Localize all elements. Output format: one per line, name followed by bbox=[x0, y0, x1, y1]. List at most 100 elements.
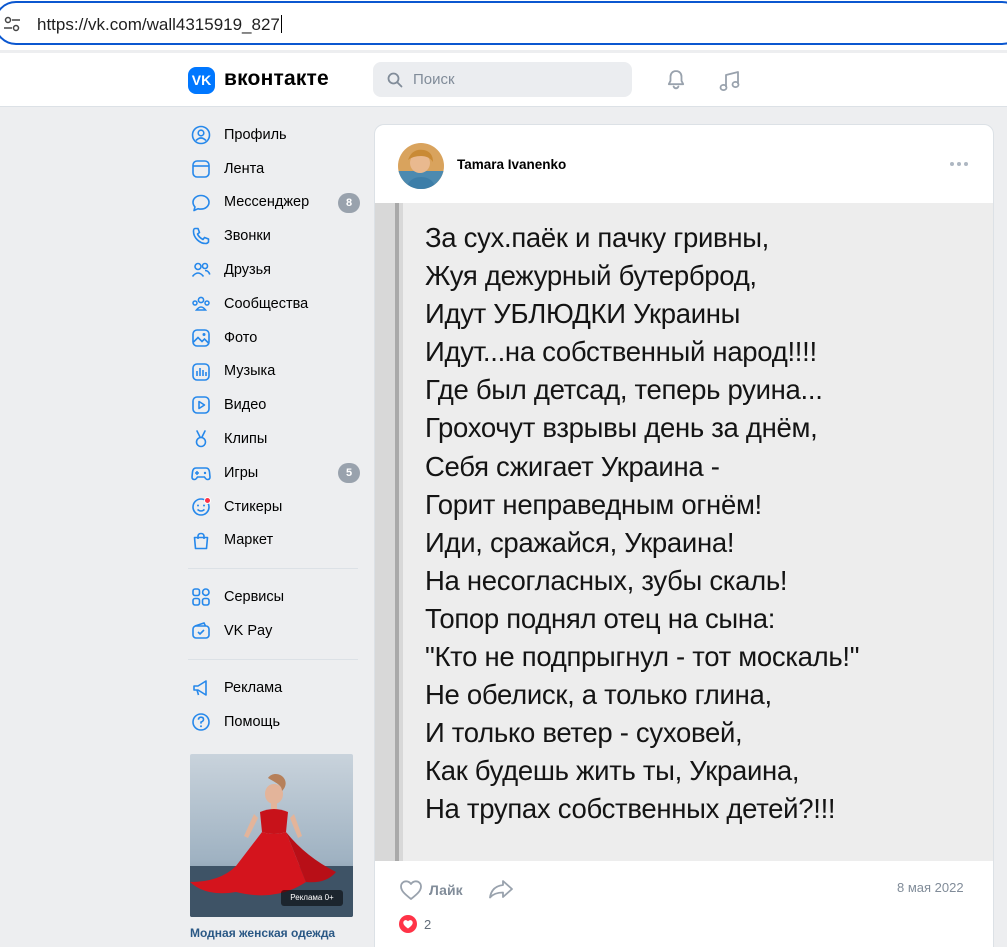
poem-line: Иди, сражайся, Украина! bbox=[425, 526, 735, 558]
counter-badge: 5 bbox=[338, 462, 360, 483]
poem-line: "Кто не подпрыгнул - тот москаль!" bbox=[425, 641, 860, 673]
sidebar-item-clips[interactable]: Клипы bbox=[188, 422, 364, 456]
sidebar-item-phone[interactable]: Звонки bbox=[188, 219, 364, 253]
sidebar-item-stickers[interactable]: Стикеры bbox=[188, 490, 364, 524]
post-author[interactable]: Tamara Ivanenko bbox=[457, 157, 566, 172]
poem-line: Себя сжигает Украина - bbox=[425, 450, 720, 482]
help-icon bbox=[192, 712, 210, 731]
sidebar-item-games[interactable]: Игры 5 bbox=[188, 456, 364, 490]
sidebar-item-label: Лента bbox=[224, 160, 265, 177]
nav-group-main: Профиль Лента Мессенджер 8 Звонки Друзья Сообщ… bbox=[188, 118, 364, 557]
poem-line: Где был детсад, теперь руина... bbox=[425, 374, 823, 406]
vkpay-icon bbox=[192, 622, 210, 639]
like-button[interactable]: Лайк bbox=[399, 877, 463, 903]
nav-group-services: Сервисы VK Pay bbox=[188, 580, 364, 648]
poem-line: Идут УБЛЮДКИ Украины bbox=[425, 298, 741, 330]
sidebar-item-label: Фото bbox=[224, 329, 258, 346]
sidebar-item-label: Мессенджер bbox=[224, 194, 310, 211]
search-input[interactable] bbox=[413, 62, 623, 97]
wall-post: Tamara Ivanenko За сух.паёк и пачку грив… bbox=[374, 124, 994, 947]
sidebar-item-friends[interactable]: Друзья bbox=[188, 253, 364, 287]
sidebar-item-label: Друзья bbox=[224, 262, 272, 279]
sidebar-item-label: Сервисы bbox=[224, 589, 285, 606]
search-icon bbox=[387, 72, 403, 88]
phone-icon bbox=[192, 228, 210, 245]
stickers-icon bbox=[192, 496, 211, 516]
sidebar-item-label: Помощь bbox=[224, 713, 281, 730]
sidebar-item-feed[interactable]: Лента bbox=[188, 152, 364, 186]
bell-icon[interactable] bbox=[664, 68, 688, 92]
browser-toolbar: https://vk.com/wall4315919_827 bbox=[0, 0, 1007, 50]
poem-line: Как будешь жить ты, Украина, bbox=[425, 755, 800, 787]
sidebar-item-label: Реклама bbox=[224, 679, 283, 696]
sidebar-item-label: Сообщества bbox=[224, 295, 309, 312]
vk-header: VK вконтакте bbox=[0, 53, 1007, 107]
counter-badge: 8 bbox=[338, 192, 360, 213]
profile-icon bbox=[191, 125, 211, 145]
sidebar-item-market[interactable]: Маркет bbox=[188, 524, 364, 558]
vk-brand[interactable]: вконтакте bbox=[224, 67, 329, 91]
post-image[interactable]: За сух.паёк и пачку гривны, Жуя дежурный … bbox=[375, 203, 993, 861]
author-avatar[interactable] bbox=[398, 143, 444, 189]
sidebar-item-label: Игры bbox=[224, 464, 259, 481]
ad-title[interactable]: Модная женская одежда bbox=[190, 925, 360, 941]
like-label: Лайк bbox=[429, 882, 463, 898]
poem-line: За сух.паёк и пачку гривны, bbox=[425, 222, 770, 253]
sidebar-item-profile[interactable]: Профиль bbox=[188, 118, 364, 152]
communities-icon bbox=[192, 296, 210, 311]
image-border-line bbox=[395, 203, 399, 861]
ad-badge: Реклама 0+ bbox=[281, 890, 343, 906]
sidebar-divider bbox=[188, 568, 358, 570]
market-icon bbox=[193, 532, 209, 549]
games-icon bbox=[191, 467, 211, 481]
post-actions: Лайк 8 мая 2022 2 bbox=[375, 861, 993, 947]
poem-line: И только ветер - суховей, bbox=[425, 717, 743, 749]
sidebar-item-video[interactable]: Видео bbox=[188, 388, 364, 422]
post-date[interactable]: 8 мая 2022 bbox=[897, 880, 964, 895]
heart-reaction-icon bbox=[399, 915, 417, 933]
left-sidebar: Профиль Лента Мессенджер 8 Звонки Друзья Сообщ… bbox=[188, 118, 364, 739]
sidebar-item-label: Музыка bbox=[224, 363, 276, 380]
sidebar-item-ads[interactable]: Реклама bbox=[188, 671, 364, 705]
more-options-icon[interactable] bbox=[948, 159, 970, 169]
sidebar-item-vkpay[interactable]: VK Pay bbox=[188, 614, 364, 648]
sidebar-ad-image[interactable]: Реклама 0+ bbox=[190, 754, 353, 917]
sidebar-item-communities[interactable]: Сообщества bbox=[188, 287, 364, 321]
music-note-icon[interactable] bbox=[716, 68, 742, 94]
share-icon[interactable] bbox=[488, 878, 514, 900]
poem-line: Жуя дежурный бутерброд, bbox=[425, 260, 757, 292]
url-text[interactable]: https://vk.com/wall4315919_827 bbox=[37, 15, 282, 35]
services-icon bbox=[192, 588, 210, 607]
search-box[interactable] bbox=[373, 62, 632, 97]
sidebar-item-label: Стикеры bbox=[224, 498, 283, 515]
sidebar-item-label: VK Pay bbox=[224, 623, 273, 640]
poem-line: Топор поднял отец на сына: bbox=[425, 602, 776, 634]
poem-line: Идут...на собственный народ!!!! bbox=[425, 336, 817, 368]
sidebar-item-label: Профиль bbox=[224, 126, 287, 143]
poem-line: Не обелиск, а только глина, bbox=[425, 679, 772, 711]
reactions-summary[interactable]: 2 bbox=[399, 915, 431, 933]
nav-group-help: Реклама Помощь bbox=[188, 671, 364, 739]
poem-line: Грохочут взрывы день за днём, bbox=[425, 412, 818, 444]
clips-icon bbox=[195, 430, 207, 448]
sidebar-item-photo[interactable]: Фото bbox=[188, 321, 364, 355]
heart-outline-icon bbox=[400, 880, 422, 900]
messenger-icon bbox=[192, 194, 210, 211]
vk-logo[interactable]: VK bbox=[188, 67, 215, 94]
sidebar-item-label: Клипы bbox=[224, 431, 268, 448]
sidebar-item-services[interactable]: Сервисы bbox=[188, 580, 364, 614]
photo-icon bbox=[192, 328, 210, 347]
feed-icon bbox=[192, 159, 210, 178]
sidebar-item-messenger[interactable]: Мессенджер 8 bbox=[188, 186, 364, 220]
sidebar-divider bbox=[188, 658, 358, 660]
poem-line: На трупах собственных детей?!!! bbox=[425, 793, 836, 825]
sidebar-item-music[interactable]: Музыка bbox=[188, 355, 364, 389]
address-bar[interactable]: https://vk.com/wall4315919_827 bbox=[0, 1, 1007, 45]
poem-line: Горит неправедным огнём! bbox=[425, 488, 762, 520]
sidebar-item-label: Звонки bbox=[224, 228, 271, 245]
poem-line: На несогласных, зубы скаль! bbox=[425, 564, 788, 596]
ads-icon bbox=[193, 680, 207, 696]
site-settings-icon[interactable] bbox=[3, 15, 21, 33]
sidebar-item-help[interactable]: Помощь bbox=[188, 705, 364, 739]
friends-icon bbox=[191, 262, 211, 278]
